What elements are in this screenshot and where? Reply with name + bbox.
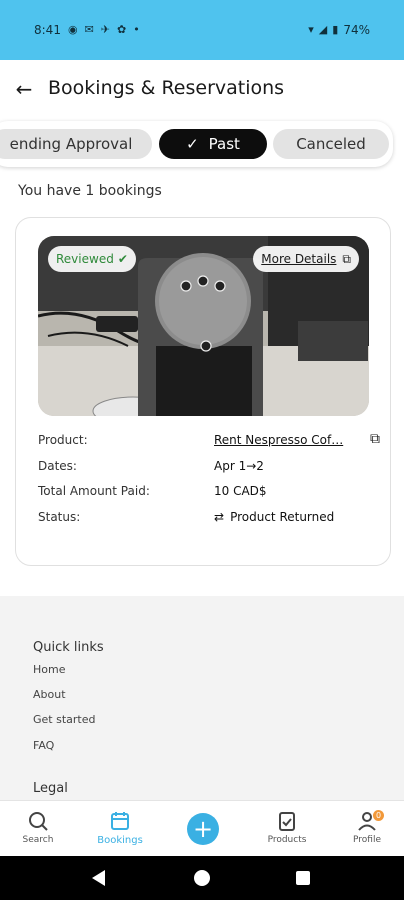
airplane-icon: ✈ — [100, 23, 110, 36]
quick-links-heading: Quick links — [33, 640, 104, 655]
nav-profile[interactable]: 0 Profile — [332, 807, 402, 845]
booking-card[interactable]: Reviewed ✔ More Details ⧉ Product: Rent … — [15, 217, 391, 566]
footer-link-faq[interactable]: FAQ — [33, 739, 54, 752]
app-bar: ← Bookings & Reservations — [0, 60, 404, 118]
nav-products[interactable]: Products — [252, 807, 322, 845]
signal-icon: ◢ — [318, 23, 328, 36]
external-link-icon[interactable]: ⧉ — [370, 431, 380, 447]
nav-bookings[interactable]: Bookings — [85, 807, 155, 846]
more-details-button[interactable]: More Details ⧉ — [253, 246, 359, 272]
footer: Quick links Home About Get started FAQ L… — [0, 596, 404, 800]
nav-search[interactable]: Search — [3, 807, 73, 845]
tab-past[interactable]: ✓ Past — [159, 129, 267, 159]
check-icon: ✔ — [117, 252, 128, 266]
status-label: Status: — [38, 509, 81, 524]
page-title: Bookings & Reservations — [48, 77, 285, 99]
tab-label: Canceled — [296, 135, 366, 153]
more-notifications-icon: • — [133, 23, 140, 36]
system-home-icon[interactable] — [194, 870, 210, 886]
wifi-icon: ▾ — [308, 23, 314, 36]
arrow-left-icon[interactable]: ← — [12, 77, 36, 101]
check-icon: ✓ — [186, 135, 199, 153]
tab-label: ending Approval — [9, 135, 133, 153]
search-icon — [27, 807, 49, 835]
product-link[interactable]: Rent Nespresso Cof… — [214, 433, 368, 447]
amount-row: Total Amount Paid: 10 CAD$ — [38, 482, 378, 508]
reviewed-badge: Reviewed ✔ — [48, 246, 136, 272]
tab-pending-approval[interactable]: ending Approval — [0, 129, 152, 159]
legal-heading: Legal — [33, 781, 68, 796]
tab-canceled[interactable]: Canceled — [273, 129, 389, 159]
footer-link-get-started[interactable]: Get started — [33, 713, 95, 726]
battery-level: 74% — [343, 23, 370, 37]
dates-row: Dates: Apr 1→2 — [38, 457, 378, 483]
status-bar: 8:41 ◉ ✉ ✈ ✿ • ▾ ◢ ▮ 74% — [0, 0, 404, 60]
amount-value: 10 CAD$ — [214, 484, 267, 498]
battery-icon: ▮ — [332, 23, 339, 36]
booking-status-tabs: ending Approval ✓ Past Canceled — [0, 118, 404, 172]
product-photo: Reviewed ✔ More Details ⧉ — [38, 236, 369, 416]
footer-link-about[interactable]: About — [33, 688, 66, 701]
clipboard-check-icon — [276, 807, 298, 835]
status-text: Product Returned — [230, 509, 335, 524]
swap-icon: ⇄ — [214, 509, 225, 524]
amount-label: Total Amount Paid: — [38, 484, 150, 498]
notification-badge: 0 — [373, 810, 384, 821]
footer-link-home[interactable]: Home — [33, 663, 65, 676]
messenger-icon: ◉ — [67, 23, 78, 36]
system-recents-icon[interactable] — [296, 871, 310, 885]
product-row: Product: Rent Nespresso Cof… ⧉ — [38, 431, 380, 457]
add-button[interactable]: + — [187, 813, 219, 845]
gmail-icon: ✉ — [84, 23, 94, 36]
dates-value: Apr 1→2 — [214, 458, 264, 473]
nav-label: Bookings — [97, 835, 143, 846]
product-label: Product: — [38, 433, 88, 447]
dates-label: Dates: — [38, 458, 77, 473]
status-row: Status: ⇄ Product Returned — [38, 508, 378, 534]
bottom-navigation: Search Bookings + Products 0 Profile — [0, 800, 404, 856]
nav-label: Search — [22, 835, 54, 845]
badge-label: Reviewed — [56, 252, 114, 266]
system-back-icon[interactable] — [92, 870, 105, 886]
calendar-icon — [109, 807, 131, 835]
booking-details: Product: Rent Nespresso Cof… ⧉ Dates: Ap… — [38, 431, 380, 534]
external-link-icon: ⧉ — [342, 251, 351, 266]
tab-label: Past — [208, 135, 240, 153]
app-icon: ✿ — [117, 23, 127, 36]
nav-label: Products — [267, 835, 307, 845]
system-navigation-bar — [0, 856, 404, 900]
plus-icon: + — [192, 815, 214, 843]
clock: 8:41 — [34, 23, 61, 37]
nav-label: Profile — [353, 835, 381, 845]
bookings-count: You have 1 bookings — [18, 183, 162, 199]
status-value: ⇄ Product Returned — [214, 510, 334, 524]
more-details-label: More Details — [261, 252, 337, 266]
